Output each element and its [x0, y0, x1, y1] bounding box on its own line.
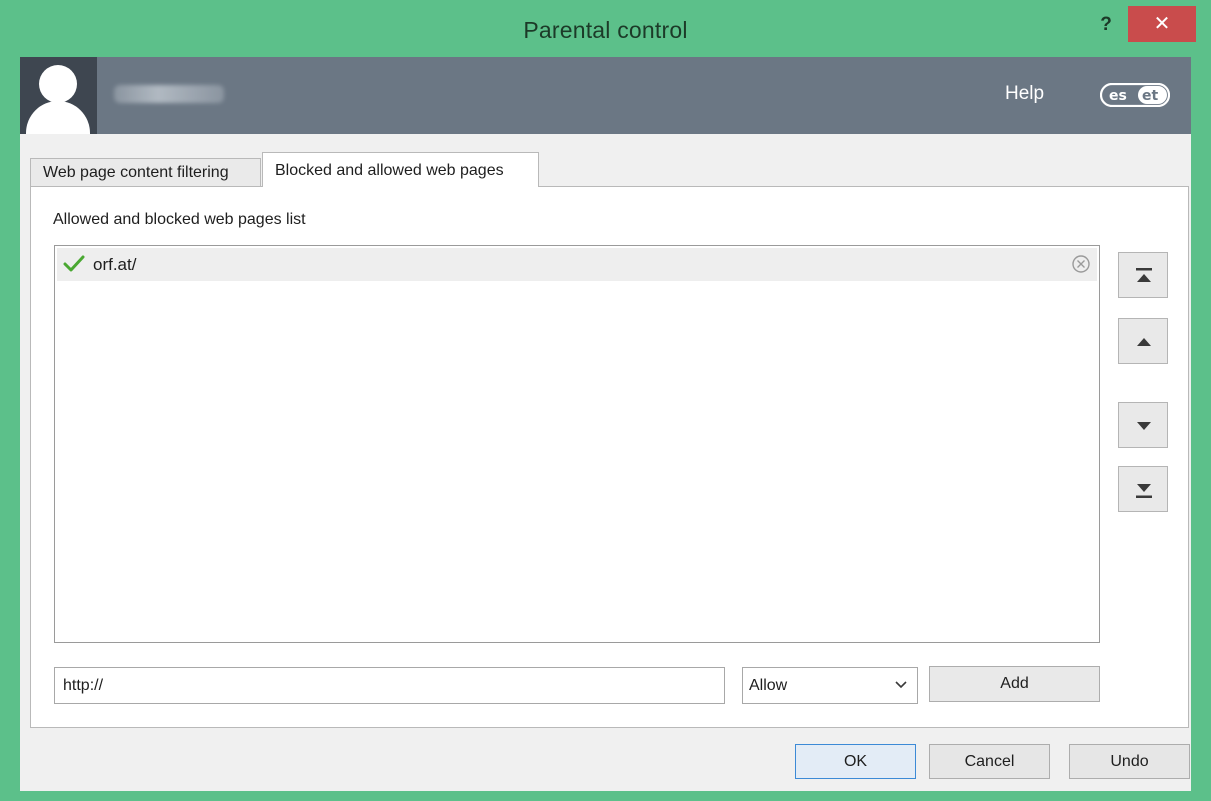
cancel-button[interactable]: Cancel [929, 744, 1050, 779]
move-down-icon [1137, 422, 1151, 430]
list-item[interactable]: orf.at/ [57, 248, 1097, 281]
profile-header: Help es et [20, 57, 1191, 134]
tab-panel: Allowed and blocked web pages list orf.a… [30, 186, 1189, 728]
move-to-bottom-button[interactable] [1118, 466, 1168, 512]
checkmark-icon [63, 255, 85, 272]
title-bar: Parental control ? ✕ [0, 0, 1211, 57]
dialog-client: Help es et Web page content filtering Bl… [20, 57, 1191, 791]
list-label: Allowed and blocked web pages list [53, 211, 306, 228]
user-silhouette-icon [20, 57, 97, 134]
eset-logo: es et [1100, 83, 1170, 107]
svg-text:et: et [1142, 88, 1158, 104]
add-button[interactable]: Add [929, 666, 1100, 702]
undo-button[interactable]: Undo [1069, 744, 1190, 779]
list-item-url: orf.at/ [93, 255, 137, 274]
help-link[interactable]: Help [1005, 83, 1044, 105]
tab-web-page-content-filtering[interactable]: Web page content filtering [30, 158, 261, 186]
tab-blocked-and-allowed-web-pages[interactable]: Blocked and allowed web pages [262, 152, 539, 187]
svg-text:es: es [1109, 88, 1127, 104]
chevron-down-icon [895, 681, 907, 689]
move-up-button[interactable] [1118, 318, 1168, 364]
action-select-value: Allow [749, 677, 788, 694]
web-pages-list[interactable]: orf.at/ [54, 245, 1100, 643]
action-select[interactable]: Allow [742, 667, 918, 704]
close-button[interactable]: ✕ [1128, 6, 1196, 42]
help-question-icon[interactable]: ? [1093, 10, 1119, 40]
move-to-bottom-icon [1136, 484, 1152, 498]
move-to-top-icon [1136, 268, 1152, 282]
move-down-button[interactable] [1118, 402, 1168, 448]
move-up-icon [1137, 338, 1151, 346]
window-title: Parental control [523, 17, 688, 43]
ok-button[interactable]: OK [795, 744, 916, 779]
username-blurred [114, 85, 224, 103]
move-to-top-button[interactable] [1118, 252, 1168, 298]
remove-circle-icon[interactable] [1071, 254, 1091, 274]
parental-control-window: Parental control ? ✕ Help es et Web page… [0, 0, 1211, 801]
url-input[interactable]: http:// [54, 667, 725, 704]
